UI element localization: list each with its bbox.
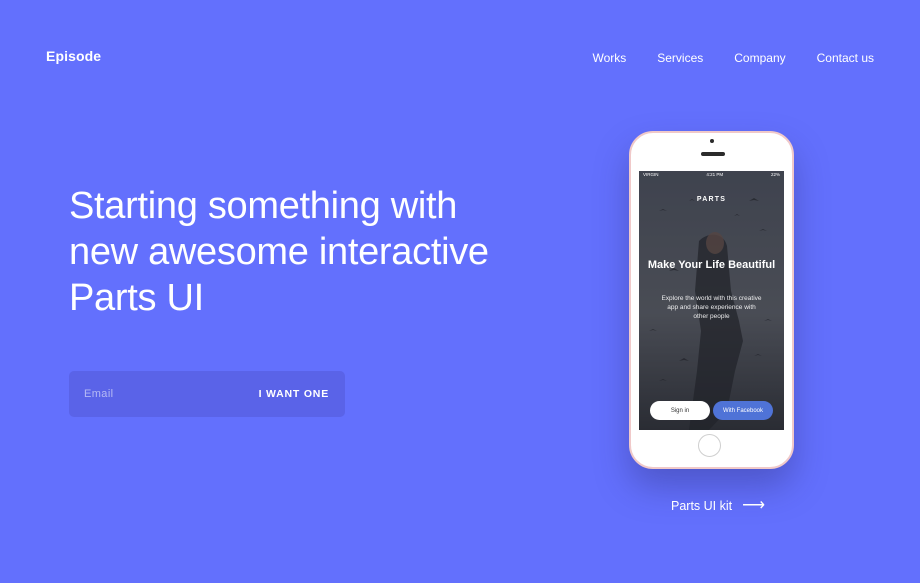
main-nav: Works Services Company Contact us xyxy=(592,51,874,65)
i-want-one-button[interactable]: I WANT ONE xyxy=(251,371,345,417)
app-title: Make Your Life Beautiful xyxy=(647,259,776,271)
kit-link-label: Parts UI kit xyxy=(671,499,733,513)
signup-form: I WANT ONE xyxy=(69,371,345,417)
status-time: 4:21 PM xyxy=(706,172,724,177)
arrow-right-icon: ⟶ xyxy=(742,497,766,514)
phone-screen: VIRGIN 4:21 PM 22% PARTS Make Your Life … xyxy=(639,171,784,430)
nav-company[interactable]: Company xyxy=(734,51,785,65)
status-carrier: VIRGIN xyxy=(643,172,659,177)
phone-home-button xyxy=(698,434,721,457)
brand-logo[interactable]: Episode xyxy=(46,48,101,64)
phone-speaker xyxy=(701,152,725,156)
nav-works[interactable]: Works xyxy=(592,51,626,65)
nav-contact-us[interactable]: Contact us xyxy=(817,51,874,65)
status-battery: 22% xyxy=(770,172,780,177)
phone-camera xyxy=(710,139,714,143)
nav-services[interactable]: Services xyxy=(657,51,703,65)
phone-status-bar: VIRGIN 4:21 PM 22% xyxy=(639,172,784,177)
hero-headline: Starting something with new awesome inte… xyxy=(69,185,489,319)
phone-mockup: VIRGIN 4:21 PM 22% PARTS Make Your Life … xyxy=(629,131,794,469)
app-brand: PARTS xyxy=(696,196,727,203)
signin-button[interactable]: Sign in xyxy=(650,401,710,420)
parts-ui-kit-link[interactable]: Parts UI kit ⟶ xyxy=(671,497,766,514)
email-input[interactable] xyxy=(69,371,251,417)
app-subtitle: Explore the world with this creative app… xyxy=(661,295,762,320)
facebook-button[interactable]: With Facebook xyxy=(713,401,773,420)
